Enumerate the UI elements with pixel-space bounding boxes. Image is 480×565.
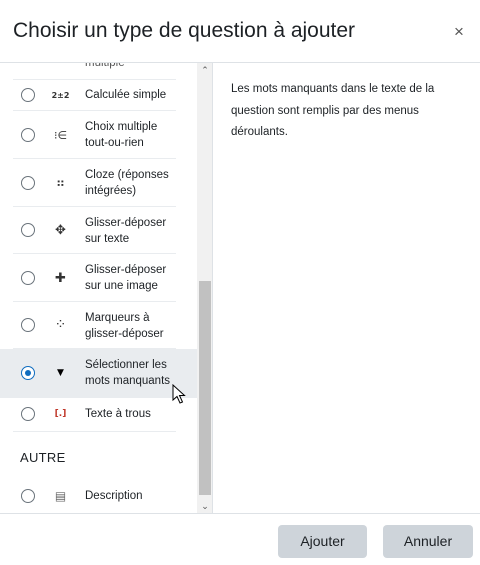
radio-button[interactable] xyxy=(21,223,35,237)
radio-button[interactable] xyxy=(21,176,35,190)
multichoice-allornothing-icon: ⁝∈ xyxy=(53,128,68,142)
list-item-label: Cloze (réponses intégrées) xyxy=(85,169,169,197)
mouse-pointer-icon xyxy=(172,384,186,404)
radio-button[interactable] xyxy=(21,88,35,102)
drag-drop-markers-icon: ⁘ xyxy=(54,317,67,333)
list-item-select-missing-words[interactable]: ▼ Sélectionner les mots manquants xyxy=(0,349,197,398)
divider xyxy=(13,431,176,432)
gapfill-icon: [.] xyxy=(54,409,67,419)
modal-footer: Ajouter Annuler xyxy=(0,513,480,565)
radio-button-selected[interactable] xyxy=(21,366,35,380)
list-item-drag-drop-text[interactable]: ✥ Glisser-déposer sur texte xyxy=(0,207,197,254)
list-item-multichoice-allornothing[interactable]: ⁝∈ Choix multiple tout-ou-rien xyxy=(0,111,197,159)
list-item-label: Marqueurs à glisser-déposer xyxy=(85,312,164,340)
list-item-label: Texte à trous xyxy=(85,408,151,420)
chevron-up-icon[interactable]: ⌃ xyxy=(197,63,212,77)
list-item-partial[interactable]: multiple xyxy=(0,63,197,80)
chevron-down-icon[interactable]: ⌄ xyxy=(197,499,212,513)
modal-header: Choisir un type de question à ajouter × xyxy=(0,0,480,63)
description-icon: ▤ xyxy=(54,489,67,503)
question-type-list: multiple 2±2 Calculée simple ⁝∈ Choix mu… xyxy=(0,63,213,513)
drag-drop-text-icon: ✥ xyxy=(55,222,66,238)
list-item-label: Glisser-déposer sur une image xyxy=(85,264,167,292)
list-item-label: multiple xyxy=(85,63,125,69)
list-item-label: Sélectionner les mots manquants xyxy=(85,359,171,387)
cancel-button[interactable]: Annuler xyxy=(383,525,473,558)
list-item-label: Choix multiple tout-ou-rien xyxy=(85,121,158,149)
scrollbar-thumb[interactable] xyxy=(199,281,211,495)
radio-button[interactable] xyxy=(21,318,35,332)
list-item-cloze[interactable]: ⠶ Cloze (réponses intégrées) xyxy=(0,159,197,207)
close-icon[interactable]: × xyxy=(450,22,468,42)
calculated-simple-icon: 2±2 xyxy=(51,90,70,100)
cloze-icon: ⠶ xyxy=(55,175,66,191)
list-item-gapfill[interactable]: [.] Texte à trous xyxy=(0,398,197,432)
list-item-drag-drop-markers[interactable]: ⁘ Marqueurs à glisser-déposer xyxy=(0,302,197,349)
list-item-label: Description xyxy=(85,490,143,502)
radio-button[interactable] xyxy=(21,128,35,142)
drag-drop-image-icon: ✚ xyxy=(55,270,66,286)
list-item-label: Glisser-déposer sur texte xyxy=(85,217,167,245)
list-item-description[interactable]: ▤ Description xyxy=(0,480,197,513)
add-button[interactable]: Ajouter xyxy=(278,525,367,558)
radio-button[interactable] xyxy=(21,407,35,421)
list-item-calculated-simple[interactable]: 2±2 Calculée simple xyxy=(0,80,197,111)
scrollbar[interactable]: ⌃ ⌄ xyxy=(197,63,212,513)
radio-button[interactable] xyxy=(21,271,35,285)
list-item-drag-drop-image[interactable]: ✚ Glisser-déposer sur une image xyxy=(0,254,197,302)
description-pane: Les mots manquants dans le texte de la q… xyxy=(214,63,480,513)
modal-title: Choisir un type de question à ajouter xyxy=(13,19,356,42)
select-missing-words-icon: ▼ xyxy=(57,368,64,378)
section-heading-other: AUTRE xyxy=(20,450,66,465)
list-item-label: Calculée simple xyxy=(85,89,167,101)
radio-button[interactable] xyxy=(21,489,35,503)
question-type-description: Les mots manquants dans le texte de la q… xyxy=(231,83,435,138)
